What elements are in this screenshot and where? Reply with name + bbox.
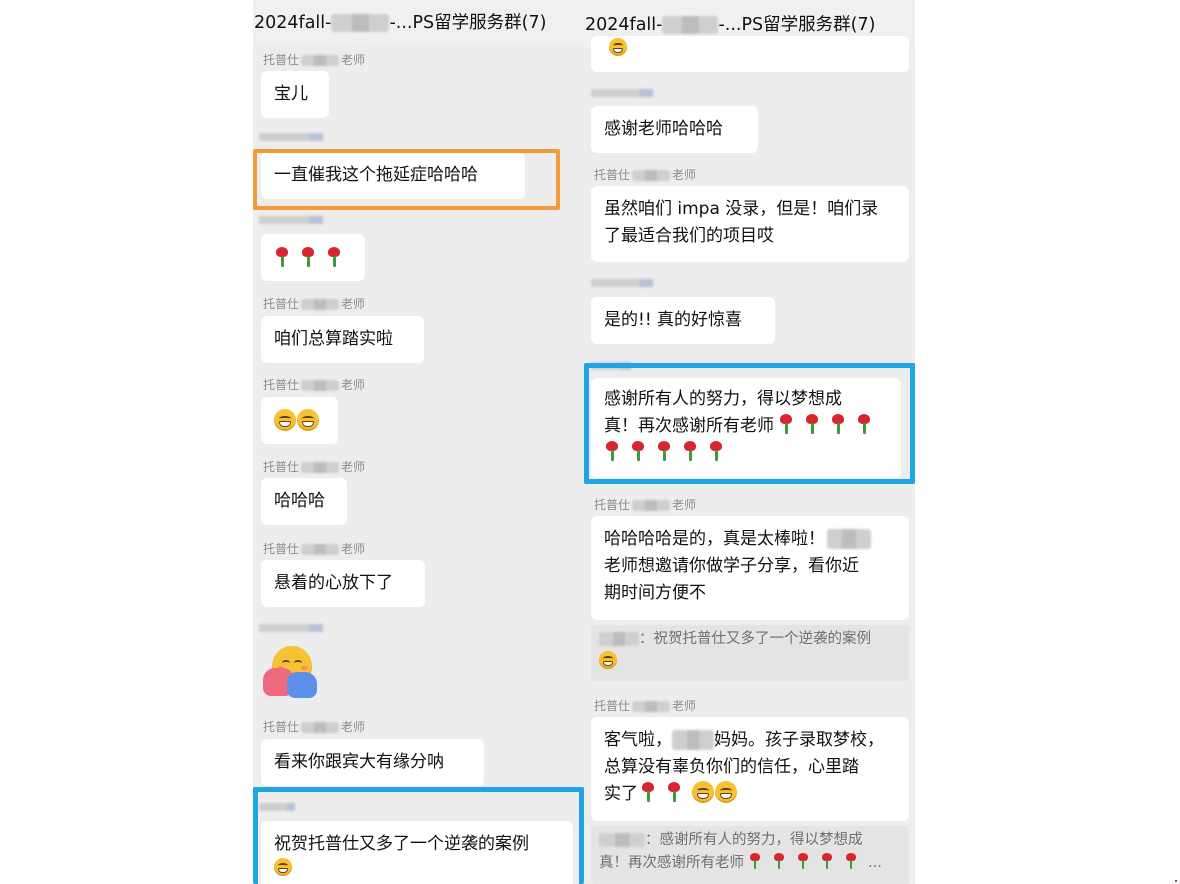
- message-bubble[interactable]: 哈哈哈哈是的，真是太棒啦！ 老师想邀请你做学子分享，看你近 期时间方便不: [591, 516, 909, 620]
- hug-face-icon[interactable]: [263, 646, 317, 698]
- blurred-sender-name: [591, 279, 653, 287]
- message-bubble[interactable]: [261, 397, 338, 444]
- grin-face-icon: [274, 409, 296, 431]
- rose-icon: [666, 781, 683, 803]
- message-bubble[interactable]: [261, 234, 365, 281]
- orange-highlight-box: [253, 149, 560, 210]
- grin-face-icon: [609, 38, 627, 56]
- sender-name: 托普仕 老师: [263, 53, 366, 67]
- grin-face-icon: [715, 781, 737, 803]
- sender-name: 托普仕 老师: [594, 168, 697, 182]
- message-bubble[interactable]: 虽然咱们 impa 没录，但是！咱们录 了最适合我们的项目哎: [591, 186, 909, 262]
- quoted-message[interactable]: ：感谢所有人的努力，得以梦想成 真！再次感谢所有老师...: [591, 826, 909, 884]
- rose-icon: [748, 852, 762, 870]
- sender-name: 托普仕 老师: [263, 720, 366, 734]
- rose-icon: [820, 852, 834, 870]
- blue-highlight-box: [584, 363, 915, 484]
- blurred-sender-name: [591, 89, 653, 97]
- blurred-group-name: [331, 14, 390, 32]
- rose-icon: [640, 781, 657, 803]
- message-bubble-partial[interactable]: [591, 36, 909, 72]
- chat-title[interactable]: 2024fall- -...PS留学服务群(7): [253, 0, 585, 46]
- chat-panel-left: 2024fall- -...PS留学服务群(7) 托普仕 老师 宝儿 一直催我这个拖…: [253, 0, 585, 884]
- blurred-sender-name: [259, 133, 323, 141]
- sender-name: 托普仕 老师: [263, 378, 366, 392]
- blurred-sender-name: [259, 624, 323, 632]
- rose-icon: [772, 852, 786, 870]
- quoted-message[interactable]: ：祝贺托普仕又多了一个逆袭的案例: [591, 625, 909, 681]
- message-bubble[interactable]: 客气啦， 妈妈。孩子录取梦校， 总算没有辜负你们的信任，心里踏 实了: [591, 717, 909, 821]
- rose-icon: [796, 852, 810, 870]
- message-bubble[interactable]: 感谢老师哈哈哈: [591, 106, 758, 153]
- rose-icon: [326, 246, 343, 268]
- grin-face-icon: [599, 651, 617, 669]
- sender-name: 托普仕 老师: [263, 460, 366, 474]
- sender-name: 托普仕 老师: [594, 699, 697, 713]
- rose-icon: [274, 246, 291, 268]
- blurred-sender-name: [259, 216, 323, 224]
- sender-name: 托普仕 老师: [263, 542, 366, 556]
- message-bubble[interactable]: 宝儿: [261, 71, 329, 118]
- message-bubble[interactable]: 咱们总算踏实啦: [261, 316, 424, 363]
- edge-mark: [1175, 880, 1177, 882]
- blurred-group-name: [662, 16, 719, 34]
- message-bubble[interactable]: 哈哈哈: [261, 478, 347, 525]
- message-bubble[interactable]: 看来你跟宾大有缘分呐: [261, 739, 484, 786]
- message-bubble[interactable]: 是的!! 真的好惊喜: [591, 297, 775, 344]
- blue-highlight-box: [253, 787, 584, 884]
- sender-name: 托普仕 老师: [263, 297, 366, 311]
- message-bubble[interactable]: 悬着的心放下了: [261, 560, 425, 607]
- grin-face-icon: [297, 409, 319, 431]
- rose-icon: [300, 246, 317, 268]
- sender-name: 托普仕 老师: [594, 498, 697, 512]
- grin-face-icon: [692, 781, 714, 803]
- rose-icon: [844, 852, 858, 870]
